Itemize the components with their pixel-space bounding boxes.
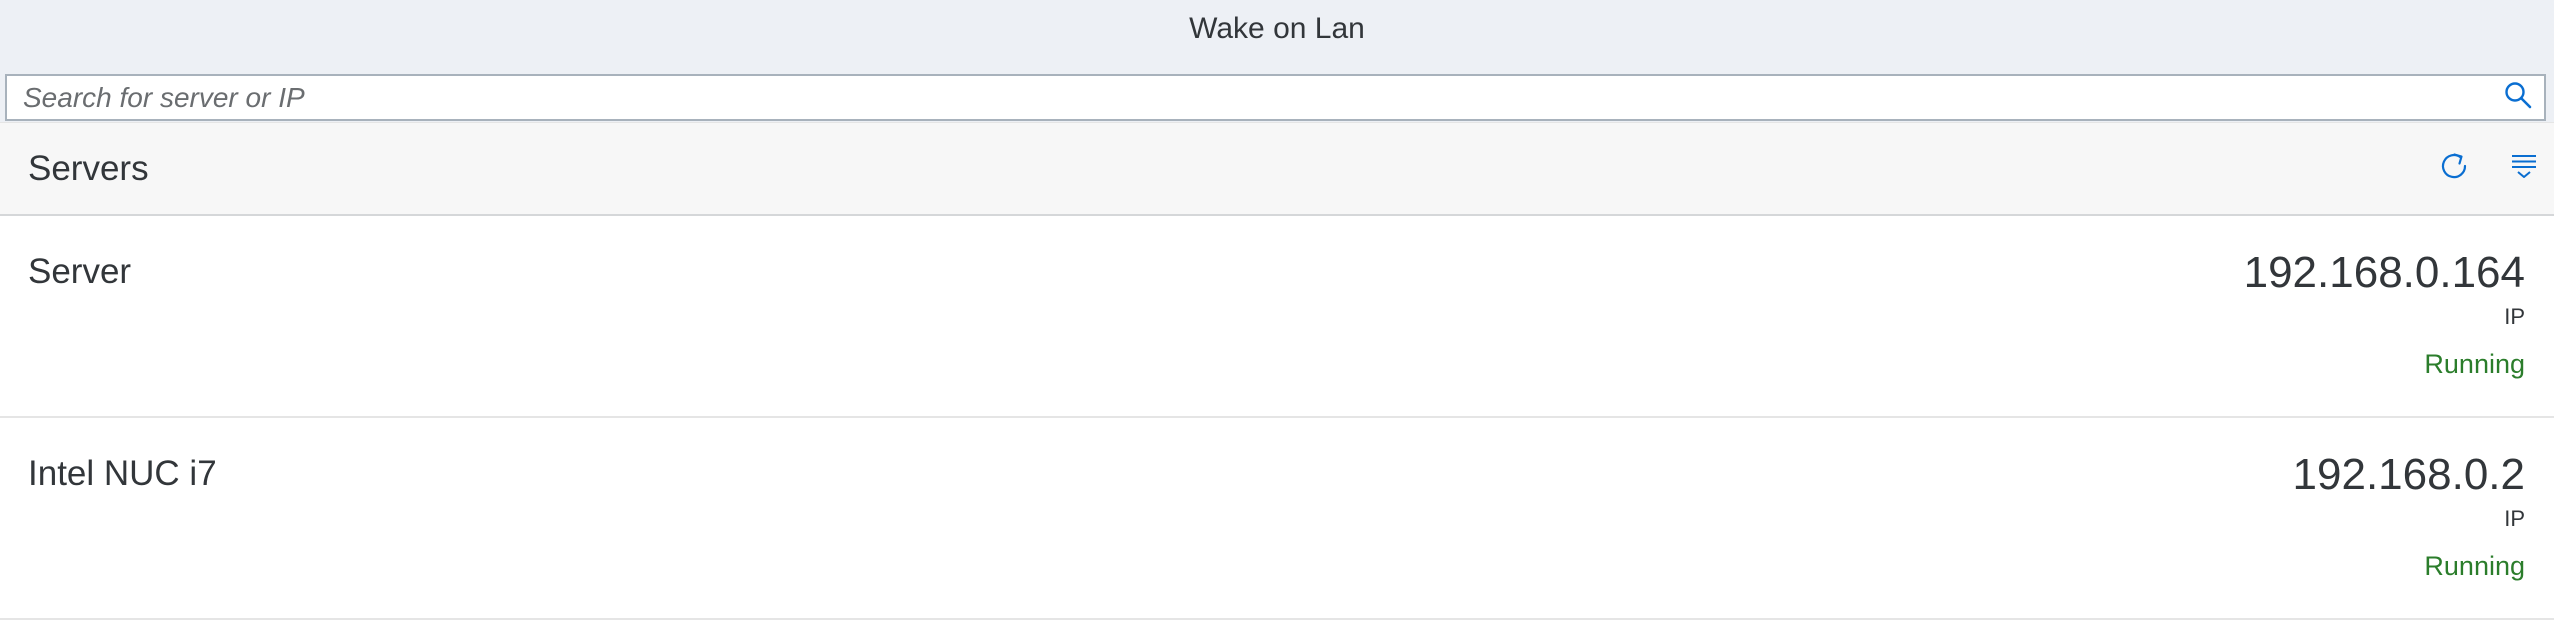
refresh-icon	[2436, 148, 2472, 189]
status-badge: Running	[2424, 349, 2525, 379]
server-ip-unit: IP	[2504, 304, 2525, 329]
server-name: Server	[28, 252, 132, 291]
search-button[interactable]	[2492, 76, 2544, 119]
server-list: Server 192.168.0.164 IP Running Intel NU…	[0, 216, 2554, 620]
server-ip: 192.168.0.2	[2292, 450, 2525, 499]
search-field	[5, 74, 2546, 121]
server-ip-unit: IP	[2504, 506, 2525, 531]
server-ip: 192.168.0.164	[2243, 248, 2525, 297]
list-header-toolbar: Servers	[0, 122, 2554, 216]
list-item[interactable]: Intel NUC i7 192.168.0.2 IP Running	[0, 418, 2554, 620]
refresh-button[interactable]	[2414, 122, 2494, 216]
app-window: Wake on Lan Servers	[0, 0, 2554, 626]
search-input[interactable]	[7, 76, 2492, 119]
list-title: Servers	[28, 148, 149, 188]
title-bar: Wake on Lan	[0, 0, 2554, 57]
search-bar	[0, 57, 2554, 122]
sort-list-icon	[2509, 151, 2539, 186]
app-title: Wake on Lan	[1189, 11, 1365, 45]
status-badge: Running	[2424, 551, 2525, 581]
sort-button[interactable]	[2494, 122, 2554, 216]
list-item[interactable]: Server 192.168.0.164 IP Running	[0, 216, 2554, 418]
server-name: Intel NUC i7	[28, 454, 217, 493]
search-icon	[2503, 80, 2533, 115]
